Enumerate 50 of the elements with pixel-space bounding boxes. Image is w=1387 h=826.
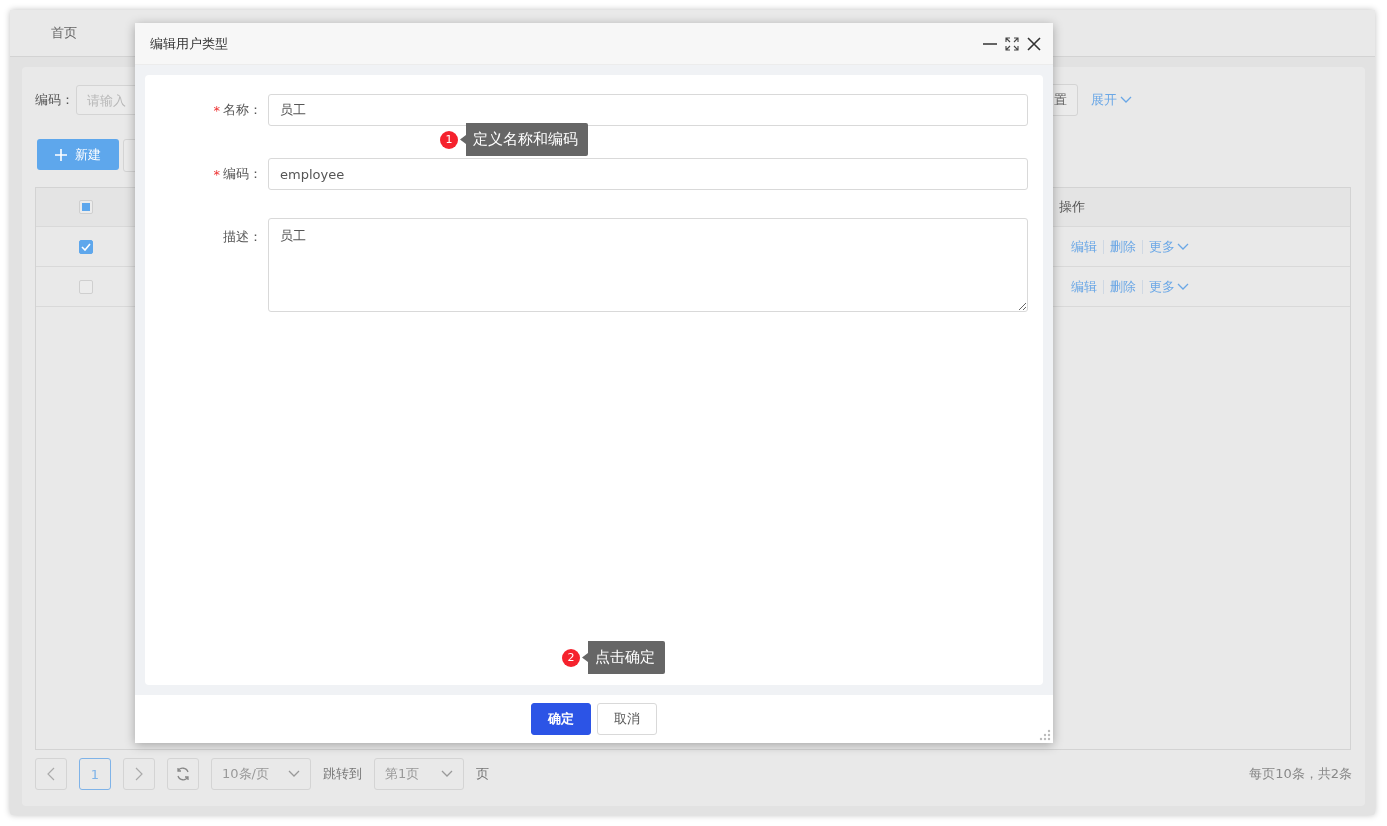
plus-icon (55, 148, 67, 161)
step-badge: 2 (562, 648, 580, 667)
jump-label: 跳转到 (323, 765, 362, 783)
page-summary: 每页10条，共2条 (1249, 765, 1352, 783)
new-button[interactable]: 新建 (37, 139, 119, 170)
row-checkbox[interactable] (79, 239, 93, 254)
chevron-down-icon (1177, 242, 1189, 251)
row-checkbox[interactable] (79, 279, 93, 294)
callout-tooltip: 点击确定 (582, 641, 665, 674)
page-suffix: 页 (476, 765, 489, 783)
field-label: 编码： (223, 165, 262, 183)
column-header: 操作 (1059, 198, 1085, 216)
action-link[interactable]: 删除 (1103, 239, 1142, 254)
prev-page-button[interactable] (35, 758, 67, 790)
required-mark: * (213, 166, 220, 182)
required-mark: * (213, 102, 220, 118)
select-all-checkbox[interactable] (79, 200, 93, 214)
page-size-select[interactable]: 10条/页 (211, 758, 311, 790)
tab[interactable]: 首页 (51, 20, 77, 46)
maximize-icon[interactable] (1005, 36, 1019, 51)
description-field[interactable]: 员工 (268, 218, 1028, 312)
action-link[interactable]: 更多 (1142, 239, 1195, 254)
page-button[interactable]: 1 (79, 758, 111, 790)
chevron-down-icon (1120, 96, 1132, 104)
cancel-button[interactable]: 取消 (597, 703, 657, 735)
dialog-title: 编辑用户类型 (150, 34, 229, 53)
field-label: 名称： (223, 101, 262, 119)
refresh-icon (175, 766, 191, 782)
chevron-down-icon (441, 770, 453, 778)
action-link[interactable]: 编辑 (1065, 279, 1103, 294)
step-badge: 1 (440, 130, 458, 149)
callout-tooltip: 定义名称和编码 (460, 123, 588, 156)
expand-link[interactable]: 展开 (1091, 91, 1132, 109)
resize-grip-icon[interactable] (1039, 729, 1051, 741)
input-field[interactable]: 员工 (268, 94, 1028, 126)
page-jump-select[interactable]: 第1页 (374, 758, 464, 790)
chevron-right-icon (135, 767, 143, 781)
field-label: 描述： (223, 228, 262, 246)
chevron-down-icon (288, 770, 300, 778)
action-link[interactable]: 更多 (1142, 279, 1195, 294)
chevron-left-icon (47, 767, 55, 781)
refresh-button[interactable] (167, 758, 199, 790)
action-link[interactable]: 删除 (1103, 279, 1142, 294)
confirm-button[interactable]: 确定 (531, 703, 591, 735)
chevron-down-icon (1177, 282, 1189, 291)
close-icon[interactable] (1027, 36, 1041, 51)
input-field[interactable]: employee (268, 158, 1028, 190)
next-page-button[interactable] (123, 758, 155, 790)
action-link[interactable]: 编辑 (1065, 239, 1103, 254)
filter-label: 编码： (35, 91, 75, 109)
